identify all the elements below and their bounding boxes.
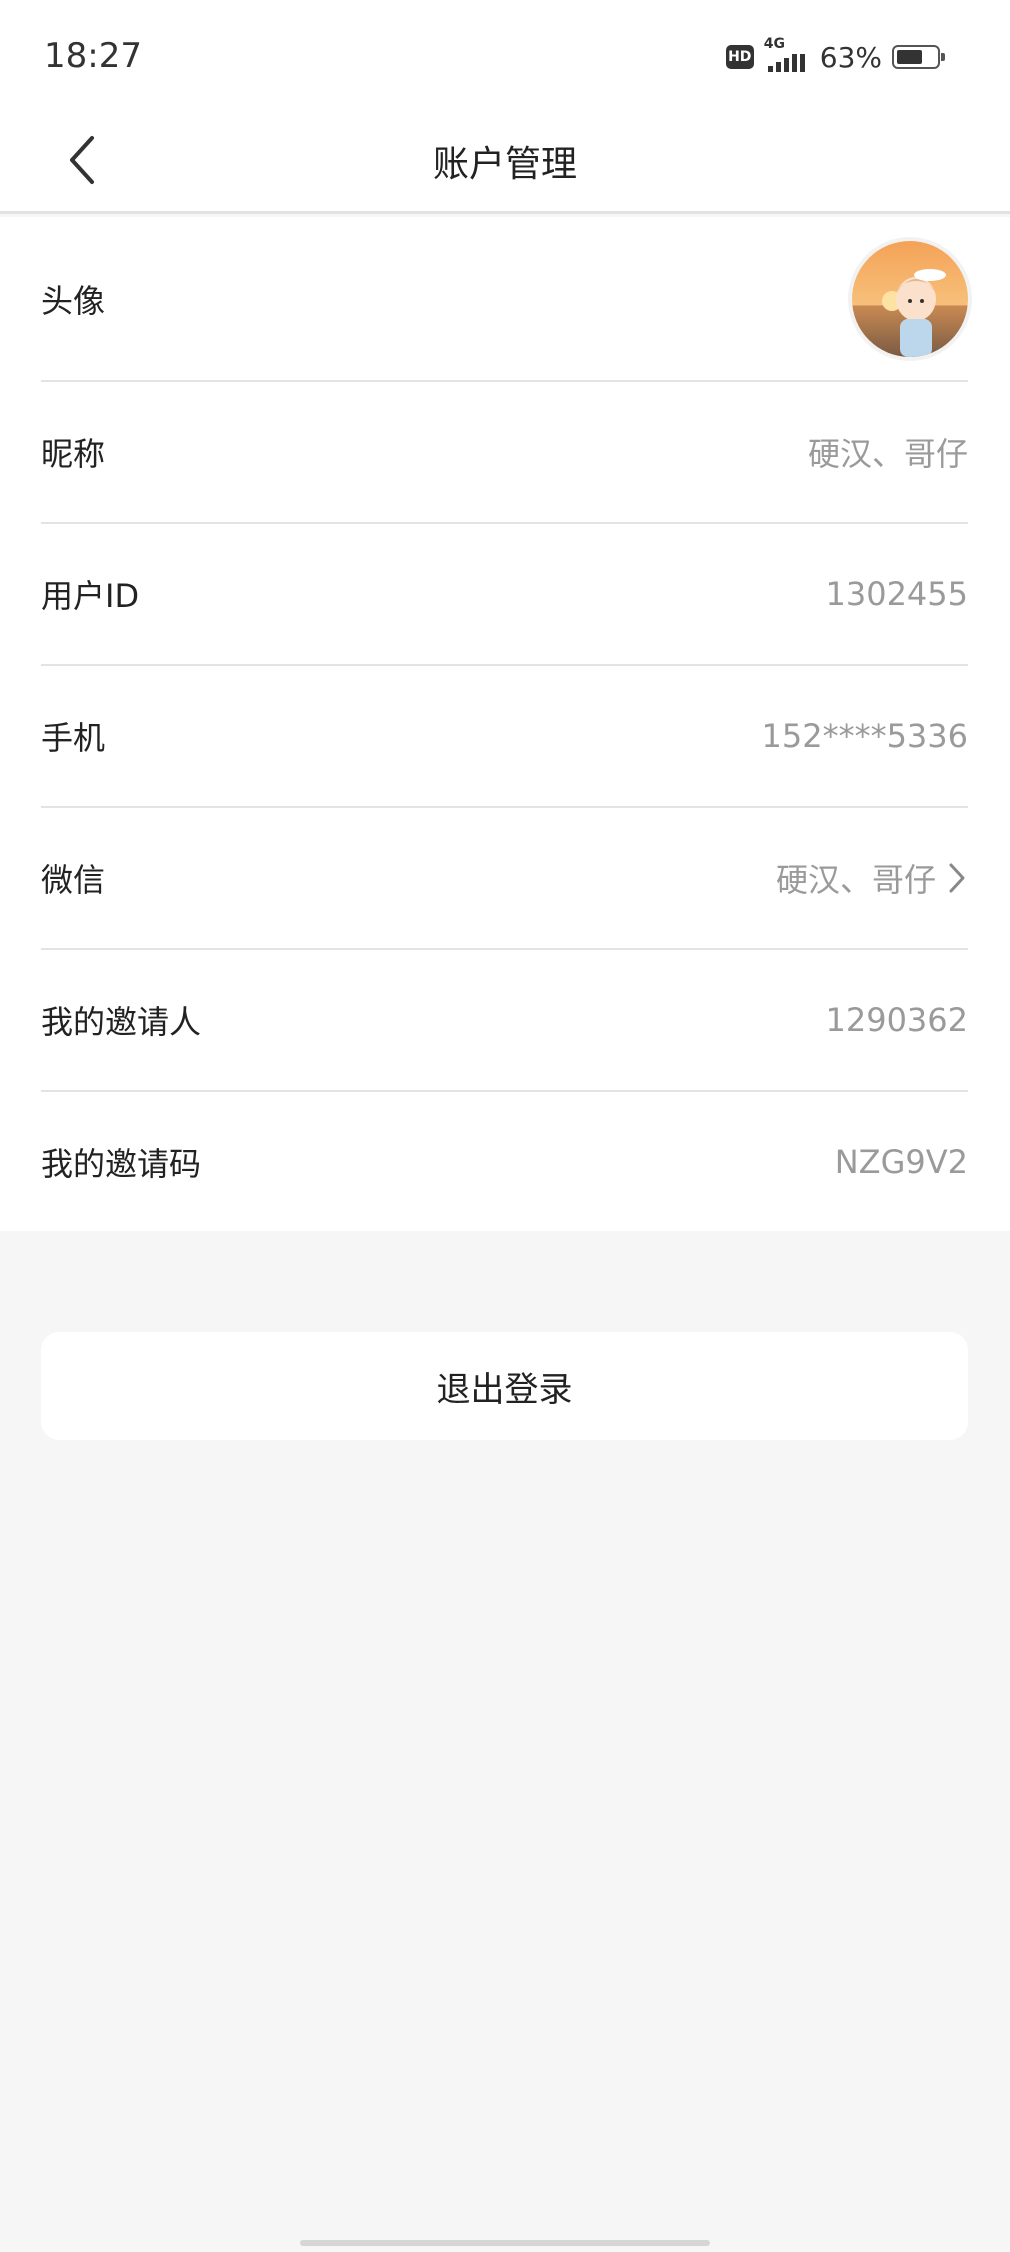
row-label: 头像 bbox=[41, 281, 106, 320]
phone-row[interactable]: 手机 152****5336 bbox=[41, 666, 968, 808]
page-title: 账户管理 bbox=[432, 144, 577, 185]
phone-value: 152****5336 bbox=[761, 717, 968, 755]
row-label: 我的邀请码 bbox=[41, 1144, 202, 1183]
status-bar: 18:27 HD 4G 63% bbox=[0, 0, 1010, 110]
row-label: 手机 bbox=[41, 719, 106, 757]
status-time: 18:27 bbox=[44, 36, 142, 76]
invite-code-value: NZG9V2 bbox=[834, 1142, 968, 1181]
inviter-row[interactable]: 我的邀请人 1290362 bbox=[41, 950, 968, 1092]
row-label: 用户ID bbox=[41, 577, 140, 615]
cellular-signal-icon: 4G bbox=[764, 36, 810, 74]
battery-icon bbox=[892, 45, 945, 69]
status-indicators: HD 4G 63% bbox=[725, 36, 945, 74]
nav-header: 账户管理 bbox=[0, 110, 1010, 214]
wechat-row[interactable]: 微信 硬汉、哥仔 bbox=[41, 808, 968, 950]
hd-icon: HD bbox=[725, 45, 754, 69]
nickname-row[interactable]: 昵称 硬汉、哥仔 bbox=[41, 382, 968, 524]
logout-button[interactable]: 退出登录 bbox=[41, 1332, 968, 1440]
avatar[interactable] bbox=[852, 240, 968, 357]
row-label: 昵称 bbox=[41, 435, 106, 473]
account-management-screen: 18:27 HD 4G 63% 账户管理 头像 昵称 硬汉、哥仔 用户ID 13… bbox=[0, 0, 1010, 2252]
avatar-row[interactable]: 头像 bbox=[41, 217, 968, 382]
row-label: 微信 bbox=[41, 861, 106, 899]
user-id-row[interactable]: 用户ID 1302455 bbox=[41, 524, 968, 666]
user-id-value: 1302455 bbox=[825, 575, 968, 613]
home-indicator[interactable] bbox=[300, 2240, 710, 2246]
inviter-value: 1290362 bbox=[825, 1001, 968, 1039]
network-type: 4G bbox=[763, 36, 785, 52]
account-info-list: 头像 昵称 硬汉、哥仔 用户ID 1302455 手机 152****5336 … bbox=[0, 217, 1010, 1231]
wechat-value: 硬汉、哥仔 bbox=[775, 861, 936, 899]
battery-percent: 63% bbox=[819, 40, 882, 74]
nickname-value: 硬汉、哥仔 bbox=[807, 435, 968, 473]
row-label: 我的邀请人 bbox=[41, 1003, 202, 1041]
wechat-value-group: 硬汉、哥仔 bbox=[776, 855, 968, 901]
chevron-right-icon bbox=[949, 863, 965, 893]
invite-code-row[interactable]: 我的邀请码 NZG9V2 bbox=[41, 1092, 968, 1231]
